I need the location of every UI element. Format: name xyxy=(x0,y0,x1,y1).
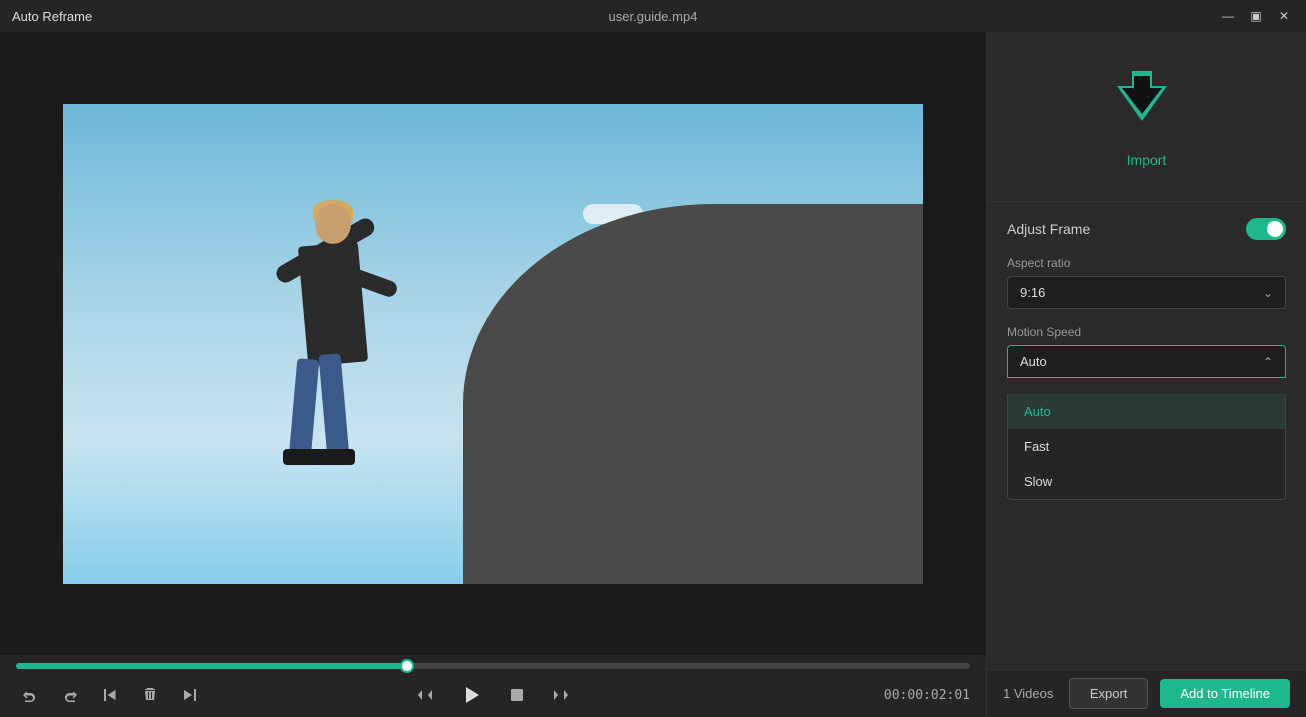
right-panel: Import Adjust Frame Aspect ratio 9:16 ⌄ … xyxy=(986,32,1306,717)
stop-button[interactable] xyxy=(503,681,531,709)
skip-forward-icon xyxy=(182,687,198,703)
step-back-icon xyxy=(417,687,433,703)
export-button[interactable]: Export xyxy=(1069,678,1149,709)
close-button[interactable]: ✕ xyxy=(1274,6,1294,26)
delete-button[interactable] xyxy=(136,681,164,709)
step-back-button[interactable] xyxy=(411,681,439,709)
step-forward-button[interactable] xyxy=(547,681,575,709)
play-icon xyxy=(461,685,481,705)
undo-button[interactable] xyxy=(16,681,44,709)
section-header: Adjust Frame xyxy=(1007,218,1286,240)
person-head xyxy=(315,204,351,244)
redo-icon xyxy=(62,687,78,703)
motion-speed-chevron: ⌃ xyxy=(1263,355,1273,369)
title-bar: Auto Reframe user.guide.mp4 — ▣ ✕ xyxy=(0,0,1306,32)
person-leg-left xyxy=(289,358,320,460)
person-body xyxy=(298,241,368,366)
dropdown-item-auto[interactable]: Auto xyxy=(1008,394,1285,429)
dropdown-item-fast[interactable]: Fast xyxy=(1008,429,1285,464)
stop-icon xyxy=(509,687,525,703)
aspect-ratio-label: Aspect ratio xyxy=(1007,256,1286,270)
import-section: Import xyxy=(987,32,1306,202)
step-forward-icon xyxy=(553,687,569,703)
toggle-knob xyxy=(1267,221,1283,237)
aspect-ratio-value: 9:16 xyxy=(1020,285,1045,300)
dropdown-item-slow[interactable]: Slow xyxy=(1008,464,1285,499)
import-arrow-svg xyxy=(1112,66,1172,126)
skip-forward-button[interactable] xyxy=(176,681,204,709)
import-label: Import xyxy=(1127,152,1167,168)
app-title: Auto Reframe xyxy=(12,9,92,24)
controls-left xyxy=(16,681,204,709)
window-controls: — ▣ ✕ xyxy=(1218,6,1294,26)
controls-center xyxy=(411,679,575,711)
minimize-button[interactable]: — xyxy=(1218,6,1238,26)
skip-back-icon xyxy=(102,687,118,703)
video-controls: 00:00:02:01 xyxy=(0,655,986,717)
main-content: 00:00:02:01 Import xyxy=(0,32,1306,717)
aspect-ratio-select[interactable]: 9:16 ⌄ xyxy=(1007,276,1286,309)
progress-fill xyxy=(16,663,407,669)
motion-speed-dropdown: Auto Fast Slow xyxy=(1007,394,1286,500)
person-leg-right xyxy=(318,353,349,460)
motion-speed-select[interactable]: Auto ⌃ xyxy=(1007,345,1286,378)
video-panel: 00:00:02:01 xyxy=(0,32,986,717)
controls-row: 00:00:02:01 xyxy=(16,677,970,713)
import-icon xyxy=(1112,66,1172,126)
trash-icon xyxy=(142,687,158,703)
progress-handle[interactable] xyxy=(400,659,414,673)
bottom-bar: 1 Videos Export Add to Timeline xyxy=(987,669,1306,717)
file-name: user.guide.mp4 xyxy=(609,9,698,24)
videos-count: 1 Videos xyxy=(1003,686,1053,701)
maximize-button[interactable]: ▣ xyxy=(1246,6,1266,26)
aspect-ratio-chevron: ⌄ xyxy=(1263,286,1273,300)
adjust-frame-title: Adjust Frame xyxy=(1007,221,1090,237)
motion-speed-value: Auto xyxy=(1020,354,1047,369)
progress-bar[interactable] xyxy=(16,663,970,669)
play-button[interactable] xyxy=(455,679,487,711)
add-to-timeline-button[interactable]: Add to Timeline xyxy=(1160,679,1290,708)
adjust-frame-toggle[interactable] xyxy=(1246,218,1286,240)
motion-speed-label: Motion Speed xyxy=(1007,325,1286,339)
skip-back-button[interactable] xyxy=(96,681,124,709)
person-figure xyxy=(263,184,403,504)
import-icon-container xyxy=(1112,66,1182,136)
undo-icon xyxy=(22,687,38,703)
adjust-frame-section: Adjust Frame Aspect ratio 9:16 ⌄ Motion … xyxy=(987,202,1306,669)
person-shoe-right xyxy=(315,449,355,465)
video-frame xyxy=(63,104,923,584)
redo-button[interactable] xyxy=(56,681,84,709)
time-display: 00:00:02:01 xyxy=(884,688,970,703)
video-container xyxy=(0,32,986,655)
